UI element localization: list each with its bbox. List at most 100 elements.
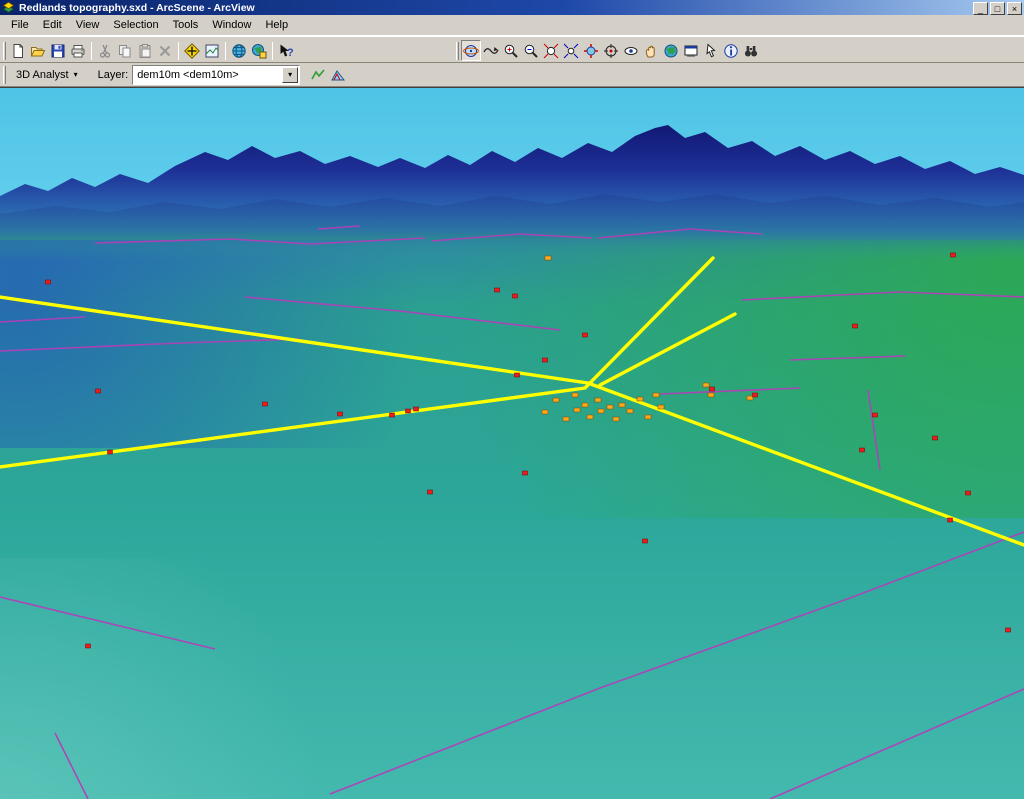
print-icon: [71, 44, 85, 57]
new-document-icon: [13, 43, 23, 58]
select-features-button[interactable]: [701, 40, 721, 61]
menu-tools[interactable]: Tools: [166, 16, 206, 34]
toolbar-grip[interactable]: [3, 41, 6, 60]
zoom-in-button[interactable]: [501, 40, 521, 61]
orange-point: [644, 414, 652, 420]
orange-point: [652, 392, 660, 398]
cut-button[interactable]: [95, 40, 115, 61]
scene-viewport[interactable]: [0, 87, 1024, 799]
whats-this-help-button[interactable]: ?: [276, 40, 296, 61]
interpolate-line-button[interactable]: [328, 64, 349, 85]
layer-combobox-dropdown-button[interactable]: ▾: [282, 66, 299, 83]
save-button[interactable]: [48, 40, 68, 61]
open-folder-button[interactable]: [28, 40, 48, 61]
menu-window[interactable]: Window: [205, 16, 258, 34]
navigate-icon: [463, 44, 479, 57]
copy-button[interactable]: [115, 40, 135, 61]
menu-help[interactable]: Help: [258, 16, 295, 34]
orange-point: [657, 404, 665, 410]
globe-viewer-button[interactable]: [661, 40, 681, 61]
minimize-button[interactable]: _: [973, 2, 988, 15]
scene-properties-button[interactable]: [202, 40, 222, 61]
set-observer-button[interactable]: [621, 40, 641, 61]
menu-edit[interactable]: Edit: [36, 16, 69, 34]
cut-icon: [99, 44, 111, 58]
orange-point: [606, 404, 614, 410]
maximize-button[interactable]: □: [990, 2, 1005, 15]
internet-globe-button[interactable]: [229, 40, 249, 61]
orange-point: [597, 408, 605, 414]
title-bar: Redlands topography.sxd - ArcScene - Arc…: [0, 0, 1024, 15]
menu-view[interactable]: View: [69, 16, 107, 34]
orange-point: [571, 392, 579, 398]
delete-button[interactable]: [155, 40, 175, 61]
navigate-button[interactable]: [461, 40, 481, 61]
zoom-to-target-icon: [604, 43, 618, 58]
chevron-down-icon: ▾: [73, 70, 78, 79]
fly-icon: [483, 46, 499, 54]
red-point: [859, 447, 865, 453]
toolbar-grip[interactable]: [456, 41, 459, 60]
find-button[interactable]: [741, 40, 761, 61]
paste-button[interactable]: [135, 40, 155, 61]
scene-properties-icon: [205, 44, 219, 57]
fixed-zoom-in-icon: [543, 43, 559, 58]
full-extent-button[interactable]: [581, 40, 601, 61]
fixed-zoom-out-button[interactable]: [561, 40, 581, 61]
zoom-to-target-button[interactable]: [601, 40, 621, 61]
identify-button[interactable]: [721, 40, 741, 61]
open-folder-icon: [30, 46, 46, 56]
orange-point: [626, 408, 634, 414]
viewer-manager-button[interactable]: [681, 40, 701, 61]
red-point: [512, 293, 518, 299]
red-point: [427, 489, 433, 495]
orange-point: [573, 407, 581, 413]
terrain-corner-highlight: [0, 558, 400, 799]
red-point: [709, 386, 715, 392]
create-steepest-path-button[interactable]: [308, 64, 329, 85]
find-icon: [744, 45, 758, 56]
tools-toolbar: [455, 38, 761, 63]
analyst-toolbar: 3D Analyst ▾ Layer: dem10m <dem10m> ▾: [0, 63, 1024, 87]
fixed-zoom-in-button[interactable]: [541, 40, 561, 61]
close-button[interactable]: ×: [1007, 2, 1022, 15]
layer-combobox[interactable]: dem10m <dem10m> ▾: [132, 64, 301, 85]
toolbar-grip[interactable]: [3, 65, 6, 84]
fly-button[interactable]: [481, 40, 501, 61]
new-document-button[interactable]: [8, 40, 28, 61]
3d-analyst-menu-label: 3D Analyst: [16, 68, 69, 81]
zoom-out-button[interactable]: [521, 40, 541, 61]
add-data-button[interactable]: [182, 40, 202, 61]
launch-arccatalog-button[interactable]: [249, 40, 269, 61]
zoom-in-icon: [504, 44, 518, 58]
3d-analyst-menu[interactable]: 3D Analyst ▾: [8, 64, 86, 85]
red-point: [582, 332, 588, 338]
paste-icon: [139, 43, 151, 58]
red-point: [752, 392, 758, 398]
red-point: [642, 538, 648, 544]
pan-icon: [645, 45, 655, 57]
menu-selection[interactable]: Selection: [106, 16, 165, 34]
orange-point: [562, 416, 570, 422]
red-point: [522, 470, 528, 476]
orange-point: [541, 409, 549, 415]
orange-point: [581, 402, 589, 408]
red-point: [514, 372, 520, 378]
red-point: [947, 517, 953, 523]
red-point: [950, 252, 956, 258]
orange-point: [636, 396, 644, 402]
orange-point: [618, 402, 626, 408]
terrain-green-tint: [330, 218, 1024, 518]
red-point: [95, 388, 101, 394]
print-button[interactable]: [68, 40, 88, 61]
arcscene-icon: [2, 1, 15, 13]
menu-file[interactable]: File: [4, 16, 36, 34]
red-point: [494, 287, 500, 293]
zoom-out-icon: [524, 44, 538, 58]
pan-button[interactable]: [641, 40, 661, 61]
toolbar-separator: [272, 41, 273, 60]
svg-text:?: ?: [287, 47, 294, 59]
red-point: [932, 435, 938, 441]
red-point: [965, 490, 971, 496]
orange-point: [544, 255, 552, 261]
